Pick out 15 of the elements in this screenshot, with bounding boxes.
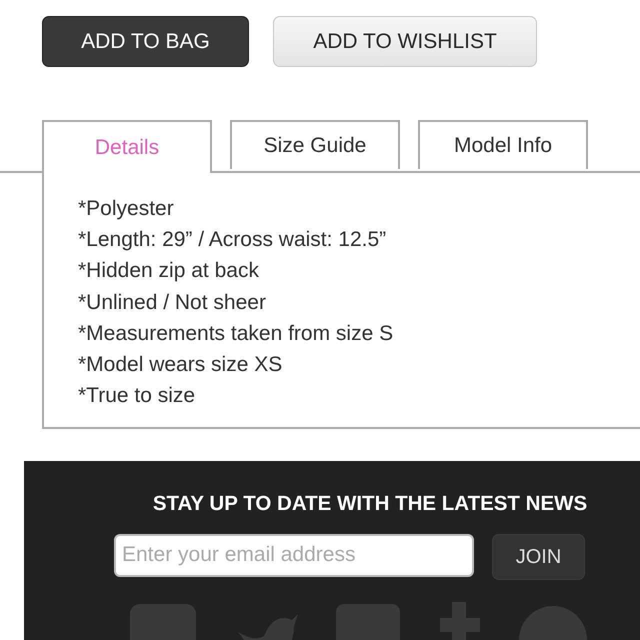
tab[interactable]: Model Info bbox=[418, 120, 588, 169]
detail-line: *Measurements taken from size S bbox=[78, 320, 394, 347]
detail-line: *Model wears size XS bbox=[78, 352, 284, 378]
detail-line: *Hidden zip at back bbox=[78, 258, 260, 284]
cross-icon[interactable] bbox=[438, 602, 482, 640]
detail-line: *True to size bbox=[78, 383, 196, 410]
add-to-bag-button[interactable]: ADD TO BAG bbox=[42, 16, 249, 67]
tab[interactable]: Size Guide bbox=[230, 120, 400, 169]
join-button[interactable]: JOIN bbox=[492, 534, 585, 580]
detail-line: *Polyester bbox=[78, 196, 175, 222]
email-field[interactable]: Enter your email address bbox=[114, 534, 474, 577]
detail-line: *Unlined / Not sheer bbox=[78, 290, 267, 316]
wishlist-button[interactable]: ADD TO WISHLIST bbox=[273, 16, 537, 67]
detail-line: *Length: 29” / Across waist: 12.5” bbox=[78, 227, 388, 254]
newsletter-heading: STAY UP TO DATE WITH THE LATEST NEWS bbox=[152, 491, 588, 517]
